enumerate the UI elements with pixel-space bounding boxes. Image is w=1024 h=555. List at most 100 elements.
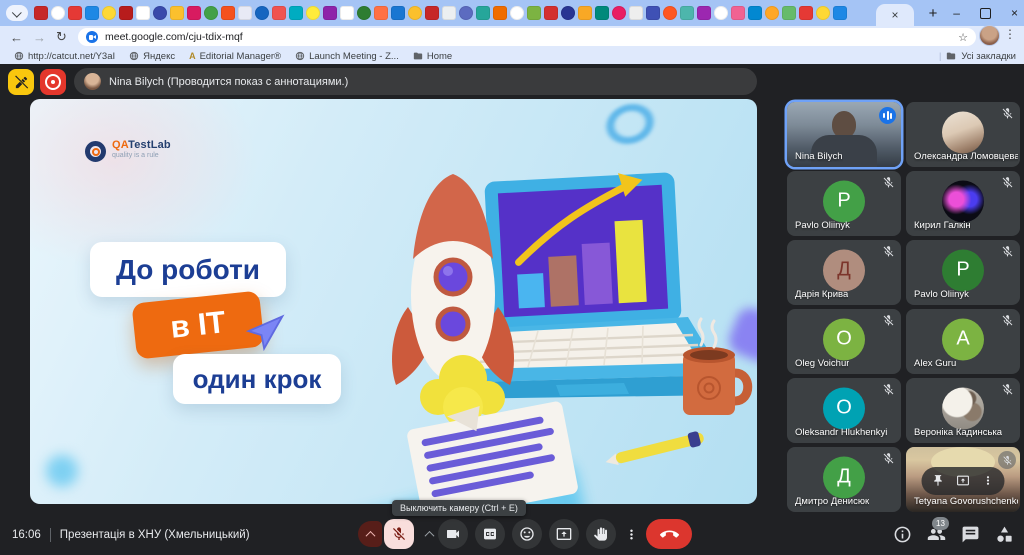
bookmark-item[interactable]: Яндекс [129,51,175,62]
tab-favicon[interactable] [748,6,762,20]
chat-button[interactable] [961,525,980,544]
browser-menu-icon[interactable]: ⋮ [1004,27,1016,41]
participant-tile[interactable]: Олександра Ломовцева [906,102,1020,167]
bookmark-item[interactable]: AEditorial Manager® [189,51,281,62]
participant-tile[interactable]: ДДмитро Денисюк [787,447,901,512]
tab-close-icon[interactable]: × [891,8,898,22]
tab-favicon[interactable] [187,6,201,20]
participant-tile[interactable]: Кирил Галкін [906,171,1020,236]
participant-tile[interactable]: PPavlo Oliinyk [906,240,1020,305]
tab-favicon[interactable] [544,6,558,20]
tab-favicon[interactable] [153,6,167,20]
tab-favicon[interactable] [646,6,660,20]
avatar [942,387,984,429]
tab-search-button[interactable] [6,5,28,21]
camera-button[interactable] [438,519,468,549]
tab-favicon[interactable] [34,6,48,20]
tab-favicon[interactable] [595,6,609,20]
tab-favicon[interactable] [816,6,830,20]
all-bookmarks[interactable]: | Усі закладки [939,51,1016,62]
reactions-button[interactable] [512,519,542,549]
tab-favicon[interactable] [629,6,643,20]
tab-favicon[interactable] [51,6,65,20]
participant-tile[interactable]: OOleksandr Hlukhenkyi [787,378,901,443]
profile-avatar[interactable] [979,25,1000,46]
meeting-details-button[interactable] [893,525,912,544]
tab-favicon[interactable] [459,6,473,20]
tab-favicon[interactable] [306,6,320,20]
tab-favicon[interactable] [476,6,490,20]
tab-favicon[interactable] [136,6,150,20]
tab-favicon[interactable] [833,6,847,20]
participant-tile[interactable]: Nina Bilych [787,102,901,167]
tab-favicon[interactable] [425,6,439,20]
tab-favicon[interactable] [204,6,218,20]
tab-favicon[interactable] [102,6,116,20]
url-bar[interactable]: meet.google.com/cju-tdix-mqf ☆ [78,28,976,46]
tab-favicon[interactable] [85,6,99,20]
captions-button[interactable] [475,519,505,549]
presentation-stage[interactable]: QATestLab quality is a rule До роботи в … [30,99,757,504]
mic-muted-button[interactable] [384,519,414,549]
bookmark-star-icon[interactable]: ☆ [958,31,968,44]
tab-favicon[interactable] [221,6,235,20]
tab-favicon[interactable] [255,6,269,20]
tab-favicon[interactable] [510,6,524,20]
tab-favicon[interactable] [340,6,354,20]
forward-button[interactable]: → [33,30,46,45]
presenter-status-pill[interactable]: Nina Bilych (Проводится показ с аннотаци… [74,68,757,95]
participant-tile[interactable]: OOleg Voichur [787,309,901,374]
bookmark-item[interactable]: Launch Meeting - Z... [295,51,399,62]
bookmark-item[interactable]: http://catcut.net/Y3aI [14,51,115,62]
end-call-button[interactable] [646,519,692,549]
tab-favicon[interactable] [697,6,711,20]
tab-favicon[interactable] [493,6,507,20]
tab-favicon[interactable] [374,6,388,20]
tab-favicon[interactable] [119,6,133,20]
tab-favicon[interactable] [442,6,456,20]
window-maximize-button[interactable] [980,8,991,19]
tab-favicon[interactable] [680,6,694,20]
back-button[interactable]: ← [10,30,23,45]
participant-tile[interactable]: Tetyana Govorushchenko [906,447,1020,512]
tab-favicon[interactable] [782,6,796,20]
camera-options-button[interactable] [421,521,437,547]
participant-tile[interactable]: PPavlo Oliinyk [787,171,901,236]
raise-hand-button[interactable] [586,519,616,549]
mic-options-button[interactable] [358,521,382,547]
tab-favicon[interactable] [391,6,405,20]
tab-favicon[interactable] [799,6,813,20]
bookmark-item[interactable]: Home [413,51,452,62]
tab-favicon[interactable] [561,6,575,20]
new-tab-button[interactable]: + [922,2,944,24]
tab-favicon[interactable] [612,6,626,20]
participant-tile[interactable]: ДДарія Крива [787,240,901,305]
tile-hover-controls[interactable] [922,467,1005,495]
tab-favicon[interactable] [272,6,286,20]
window-minimize-button[interactable]: – [953,6,960,20]
tab-favicon[interactable] [68,6,82,20]
tab-favicon[interactable] [238,6,252,20]
annotations-button[interactable] [8,69,34,95]
tab-favicon[interactable] [527,6,541,20]
tab-favicon[interactable] [731,6,745,20]
participant-tile[interactable]: Вероніка Кадинська [906,378,1020,443]
tab-favicon[interactable] [289,6,303,20]
tab-favicon[interactable] [714,6,728,20]
more-options-button[interactable] [623,519,639,549]
window-close-button[interactable]: × [1011,6,1018,20]
tab-favicon[interactable] [663,6,677,20]
present-button[interactable] [549,519,579,549]
active-tab[interactable]: × [876,4,914,26]
tab-favicon[interactable] [357,6,371,20]
tab-favicon[interactable] [323,6,337,20]
recording-button[interactable] [40,69,66,95]
activities-button[interactable] [995,525,1014,544]
participant-tile[interactable]: AAlex Guru [906,309,1020,374]
tab-favicon[interactable] [170,6,184,20]
tab-favicon[interactable] [578,6,592,20]
tab-favicon[interactable] [408,6,422,20]
reload-button[interactable]: ↻ [56,29,67,45]
tab-favicon[interactable] [765,6,779,20]
participants-button[interactable]: 13 [927,525,946,544]
